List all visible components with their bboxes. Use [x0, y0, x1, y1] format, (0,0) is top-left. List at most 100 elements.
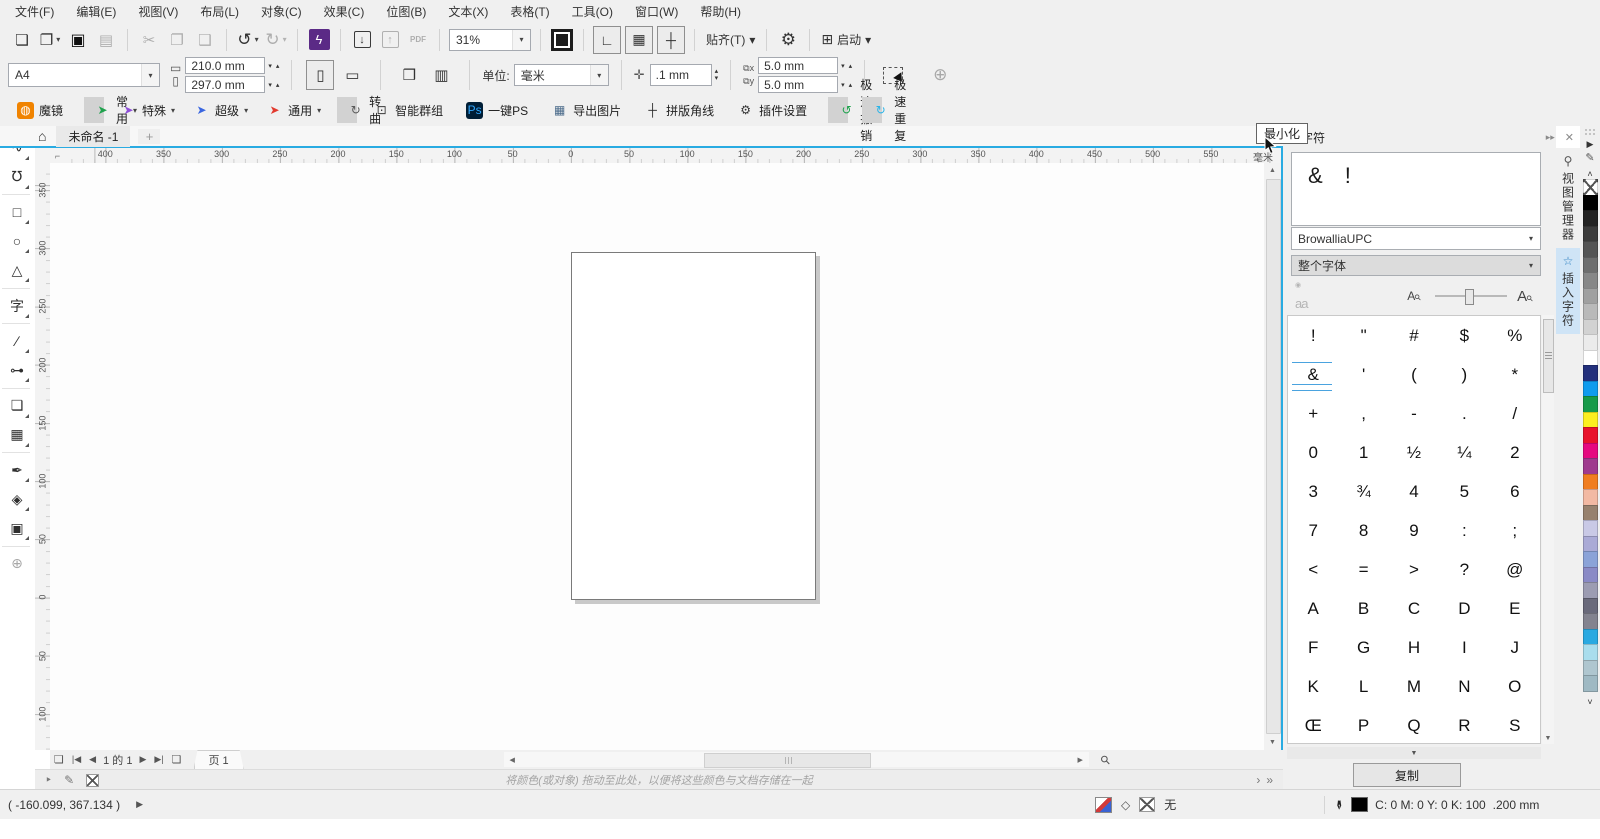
customize-plus-icon[interactable]: ⊕ [933, 65, 947, 85]
color-swatch[interactable] [1583, 536, 1598, 553]
glyph-cell[interactable]: ½ [1389, 433, 1439, 472]
glyph-cell[interactable]: ) [1439, 355, 1489, 394]
color-swatch[interactable] [1583, 427, 1598, 444]
color-swatch[interactable] [1583, 474, 1598, 491]
menu-item[interactable]: 窗口(W) [624, 0, 689, 23]
glyph-scroll-thumb[interactable] [1543, 319, 1554, 393]
scroll-right-icon[interactable]: ▶ [1072, 752, 1089, 767]
scroll-down-icon[interactable]: ▼ [1264, 735, 1281, 750]
ruler-origin-button[interactable]: ⌐ [50, 148, 65, 163]
glyph-cell[interactable]: & [1288, 355, 1338, 394]
color-swatch[interactable] [1583, 319, 1598, 336]
toolbox-tool[interactable]: ▣ [4, 515, 30, 541]
palette-edit-icon[interactable]: ✎ [1585, 151, 1594, 167]
glyph-cell[interactable]: L [1338, 667, 1388, 706]
options-button[interactable]: ⚙ [775, 27, 801, 53]
color-swatch[interactable] [1583, 598, 1598, 615]
docker-tab[interactable]: ⚲ 视图管理器 [1556, 148, 1580, 248]
glyph-cell[interactable]: Q [1389, 706, 1439, 745]
glyph-cell[interactable]: 8 [1338, 511, 1388, 550]
quick-zoom-icon[interactable]: ⚲ [1097, 751, 1113, 767]
glyph-cell[interactable]: I [1439, 628, 1489, 667]
vertical-ruler[interactable]: 35030025020015010050050100 [35, 163, 50, 750]
duplicate-x-spinner[interactable]: ▾▴ [841, 62, 852, 70]
glyph-cell[interactable]: % [1490, 316, 1540, 355]
menu-item[interactable]: 文件(F) [4, 0, 65, 23]
toolbox-tool[interactable]: ◈ [4, 486, 30, 512]
glyph-cell[interactable]: D [1439, 589, 1489, 628]
color-swatch[interactable] [1583, 520, 1598, 537]
vertical-scroll-thumb[interactable] [1266, 179, 1281, 734]
glyph-cell[interactable]: $ [1439, 316, 1489, 355]
coords-flyout-icon[interactable]: ▶ [136, 799, 143, 810]
color-swatch[interactable] [1583, 179, 1598, 196]
glyph-cell[interactable]: H [1389, 628, 1439, 667]
toolbox-tool[interactable]: ▦ [4, 422, 30, 448]
vertical-scrollbar[interactable]: ▲ ▼ [1264, 163, 1281, 750]
toolbox-tool[interactable]: △ [4, 257, 30, 283]
glyph-cell[interactable]: ¼ [1439, 433, 1489, 472]
color-swatch[interactable] [1583, 443, 1598, 460]
eyedropper-icon[interactable]: ✎ [64, 773, 74, 787]
glyph-cell[interactable]: - [1389, 394, 1439, 433]
horizontal-scroll-thumb[interactable] [704, 753, 871, 768]
nudge-spinner[interactable]: ▴▾ [715, 68, 719, 82]
preview-glyph[interactable]: & [1308, 163, 1323, 189]
glyph-cell[interactable]: @ [1490, 550, 1540, 589]
plugin-button[interactable]: ◍ 魔镜 [8, 97, 77, 123]
import-button[interactable]: ↓ [349, 27, 375, 53]
color-swatch[interactable] [1583, 288, 1598, 305]
menu-item[interactable]: 视图(V) [127, 0, 189, 23]
plugin-button[interactable]: ➤ 超级 ▾ [184, 97, 257, 123]
docker-tab[interactable]: ☆ 插入字符 [1556, 248, 1580, 334]
color-swatch[interactable] [1583, 660, 1598, 677]
color-swatch[interactable] [1583, 226, 1598, 243]
home-icon[interactable]: ⌂ [38, 128, 46, 144]
menu-item[interactable]: 文本(X) [437, 0, 499, 23]
plugin-button[interactable]: ↺ 极速撤销 [828, 97, 848, 123]
glyph-size-slider[interactable] [1435, 289, 1507, 303]
glyph-cell[interactable]: C [1389, 589, 1439, 628]
plugin-button[interactable]: ➤ 常用 ▾ [84, 97, 104, 123]
undo-button[interactable]: ↺▾ [235, 27, 261, 53]
glyph-cell[interactable]: < [1288, 550, 1338, 589]
color-swatch[interactable] [1583, 396, 1598, 413]
current-page-button[interactable]: ▥ [427, 60, 455, 90]
preview-glyph[interactable]: ! [1345, 163, 1351, 189]
glyph-cell[interactable]: O [1490, 667, 1540, 706]
app-launcher-button[interactable]: ϟ [306, 27, 332, 53]
toolbox-tool[interactable]: ℧ [4, 164, 30, 190]
document-tab[interactable]: 未命名 -1 [56, 126, 130, 147]
first-page-button[interactable]: |◀ [68, 754, 85, 765]
menu-item[interactable]: 对象(C) [250, 0, 313, 23]
palette-drag-handle[interactable] [1584, 128, 1596, 136]
glyph-cell[interactable]: M [1389, 667, 1439, 706]
toolbox-tool[interactable]: ⊶ [4, 357, 30, 383]
drawing-canvas[interactable] [50, 163, 1264, 750]
glyph-cell[interactable]: 4 [1389, 472, 1439, 511]
fullscreen-preview-button[interactable] [549, 27, 575, 53]
page-sorter-icon[interactable]: ❏ [50, 753, 68, 766]
overflow-chevrons-icon[interactable]: » [1266, 773, 1273, 787]
color-swatch[interactable] [1583, 644, 1598, 661]
color-swatch[interactable] [1583, 350, 1598, 367]
next-page-button[interactable]: ▶ [135, 754, 150, 765]
plugin-button[interactable]: ┼ 拼版角线 [635, 97, 728, 123]
color-swatch[interactable] [1583, 567, 1598, 584]
chevron-down-icon[interactable]: ▾ [141, 64, 159, 86]
toolbox-tool[interactable]: ⊕ [4, 551, 30, 577]
glyph-cell[interactable]: 2 [1490, 433, 1540, 472]
glyph-cell[interactable]: E [1490, 589, 1540, 628]
page-height-spinner[interactable]: ▾▴ [268, 81, 279, 89]
units-combo[interactable]: 毫米▾ [514, 64, 609, 86]
plugin-button[interactable]: ➤ 特殊 ▾ [111, 97, 184, 123]
plugin-button[interactable]: ⚙ 插件设置 [728, 97, 821, 123]
scroll-left-icon[interactable]: ◀ [504, 752, 521, 767]
scroll-down-icon[interactable]: ▼ [1542, 733, 1554, 744]
color-swatch[interactable] [1583, 334, 1598, 351]
color-swatch[interactable] [1583, 303, 1598, 320]
glyph-cell[interactable]: : [1439, 511, 1489, 550]
glyph-cell[interactable]: J [1490, 628, 1540, 667]
glyph-cell[interactable]: ? [1439, 550, 1489, 589]
menu-item[interactable]: 工具(O) [561, 0, 624, 23]
